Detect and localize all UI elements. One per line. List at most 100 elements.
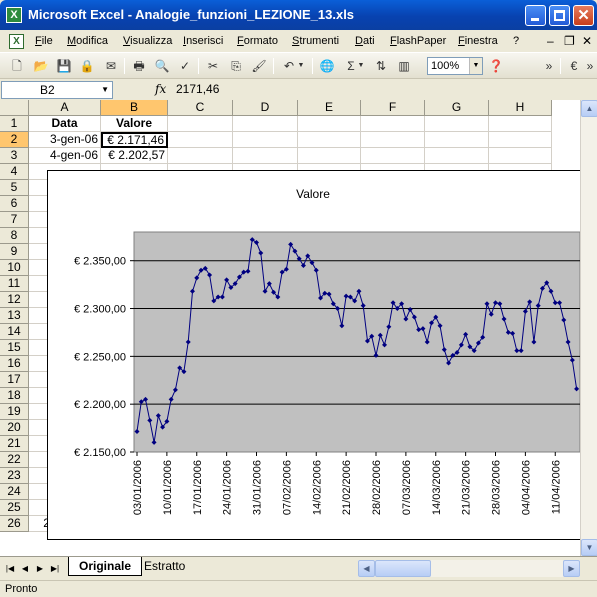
copy-icon[interactable]: ⎘ — [227, 57, 245, 75]
scroll-left-icon[interactable]: ◀ — [358, 560, 375, 577]
doc-restore-icon[interactable]: ❐ — [564, 34, 575, 48]
toolbar-more-icon[interactable]: » — [581, 57, 597, 75]
embedded-chart[interactable]: Valore € 2.150,00 € 2.200,00 € 2.250,00 € 2.… — [47, 170, 581, 540]
row-header-4[interactable]: 4 — [0, 164, 29, 180]
row-header-7[interactable]: 7 — [0, 212, 29, 228]
row-header-13[interactable]: 13 — [0, 308, 29, 324]
chart-wizard-icon[interactable]: ▥ — [395, 57, 413, 75]
row-header-8[interactable]: 8 — [0, 228, 29, 244]
format-painter-icon[interactable]: 🖌 — [250, 57, 268, 75]
vertical-scrollbar[interactable]: ▲ ▼ — [580, 100, 597, 556]
row-header-23[interactable]: 23 — [0, 468, 29, 484]
next-sheet-icon[interactable]: ▶ — [34, 562, 46, 576]
row-header-11[interactable]: 11 — [0, 276, 29, 292]
autosum-dropdown-icon[interactable]: ▼ — [356, 57, 366, 75]
menu-flashpaper[interactable]: FlashPaper — [390, 35, 446, 47]
spelling-icon[interactable]: ✓ — [176, 57, 194, 75]
cell-e2[interactable] — [298, 132, 361, 148]
prev-sheet-icon[interactable]: ◀ — [19, 562, 31, 576]
row-header-18[interactable]: 18 — [0, 388, 29, 404]
scroll-right-icon[interactable]: ▶ — [563, 560, 580, 577]
close-button[interactable]: ✕ — [573, 5, 594, 26]
cell-a3[interactable]: 4-gen-06 — [29, 148, 101, 164]
cell-a1[interactable]: Data — [29, 116, 101, 132]
row-header-17[interactable]: 17 — [0, 372, 29, 388]
cell-c2[interactable] — [168, 132, 233, 148]
hyperlink-icon[interactable]: 🌐 — [318, 57, 336, 75]
print-preview-icon[interactable]: 🔍 — [153, 57, 171, 75]
cell-g1[interactable] — [425, 116, 489, 132]
print-icon[interactable]: 🖶 — [130, 57, 148, 75]
cell-c3[interactable] — [168, 148, 233, 164]
excel-app-icon[interactable]: X — [6, 7, 22, 23]
menu-formato[interactable]: Formato — [237, 35, 278, 47]
cell-d2[interactable] — [233, 132, 298, 148]
cell-g3[interactable] — [425, 148, 489, 164]
row-header-14[interactable]: 14 — [0, 324, 29, 340]
horizontal-scrollbar[interactable]: ◀ ▶ — [358, 560, 580, 577]
row-header-2[interactable]: 2 — [0, 132, 29, 148]
menu-modifica[interactable]: Modifica — [67, 35, 108, 47]
cell-a2[interactable]: 3-gen-06 — [29, 132, 101, 148]
tab-estratto[interactable]: Estratto — [134, 557, 195, 576]
row-header-25[interactable]: 25 — [0, 500, 29, 516]
cell-f2[interactable] — [361, 132, 425, 148]
mail-icon[interactable]: ✉ — [102, 57, 120, 75]
column-header-e[interactable]: E — [298, 100, 361, 116]
worksheet-grid[interactable]: A B C D E F G H 1 Data Valore 2 3-gen-06 € 2.171,46 3 4… — [0, 100, 597, 556]
cell-g2[interactable] — [425, 132, 489, 148]
row-header-12[interactable]: 12 — [0, 292, 29, 308]
column-header-f[interactable]: F — [361, 100, 425, 116]
column-header-h[interactable]: H — [489, 100, 552, 116]
cell-h1[interactable] — [489, 116, 552, 132]
cell-h2[interactable] — [489, 132, 552, 148]
row-header-6[interactable]: 6 — [0, 196, 29, 212]
row-header-5[interactable]: 5 — [0, 180, 29, 196]
select-all-corner[interactable] — [0, 100, 29, 116]
scroll-up-icon[interactable]: ▲ — [581, 100, 597, 117]
doc-minimize-icon[interactable]: – — [547, 34, 554, 48]
cell-d1[interactable] — [233, 116, 298, 132]
row-header-19[interactable]: 19 — [0, 404, 29, 420]
sort-ascending-icon[interactable]: ⇅ — [372, 57, 390, 75]
column-header-a[interactable]: A — [29, 100, 101, 116]
cell-c1[interactable] — [168, 116, 233, 132]
help-icon[interactable]: ❓ — [487, 57, 505, 75]
row-header-1[interactable]: 1 — [0, 116, 29, 132]
row-header-10[interactable]: 10 — [0, 260, 29, 276]
cell-e1[interactable] — [298, 116, 361, 132]
workbook-icon[interactable]: X — [9, 34, 24, 49]
row-header-24[interactable]: 24 — [0, 484, 29, 500]
cell-b2[interactable]: € 2.171,46 — [101, 132, 168, 148]
formula-input[interactable]: 2171,46 — [176, 82, 219, 96]
cell-f1[interactable] — [361, 116, 425, 132]
first-sheet-icon[interactable]: |◀ — [4, 562, 16, 576]
column-header-g[interactable]: G — [425, 100, 489, 116]
scroll-thumb[interactable] — [375, 560, 431, 577]
row-header-9[interactable]: 9 — [0, 244, 29, 260]
menu-dati[interactable]: Dati — [355, 35, 375, 47]
row-header-21[interactable]: 21 — [0, 436, 29, 452]
tab-originale[interactable]: Originale — [68, 557, 143, 576]
name-box[interactable]: B2 ▼ — [1, 81, 113, 99]
menu-help[interactable]: ? — [513, 35, 519, 47]
row-header-22[interactable]: 22 — [0, 452, 29, 468]
scroll-down-icon[interactable]: ▼ — [581, 539, 597, 556]
new-icon[interactable]: 🗋 — [8, 57, 26, 75]
menu-file[interactable]: File — [35, 35, 53, 47]
cell-e3[interactable] — [298, 148, 361, 164]
undo-dropdown-icon[interactable]: ▼ — [296, 57, 306, 75]
menu-strumenti[interactable]: Strumenti — [292, 35, 339, 47]
doc-close-icon[interactable]: ✕ — [582, 34, 592, 48]
cell-b1[interactable]: Valore — [101, 116, 168, 132]
menu-visualizza[interactable]: Visualizza — [123, 35, 172, 47]
column-header-d[interactable]: D — [233, 100, 298, 116]
last-sheet-icon[interactable]: ▶| — [49, 562, 61, 576]
maximize-button[interactable] — [549, 5, 570, 26]
row-header-26[interactable]: 26 — [0, 516, 29, 532]
function-icon[interactable]: fx — [155, 82, 166, 96]
minimize-button[interactable] — [525, 5, 546, 26]
save-icon[interactable]: 💾 — [55, 57, 73, 75]
column-header-c[interactable]: C — [168, 100, 233, 116]
row-header-20[interactable]: 20 — [0, 420, 29, 436]
